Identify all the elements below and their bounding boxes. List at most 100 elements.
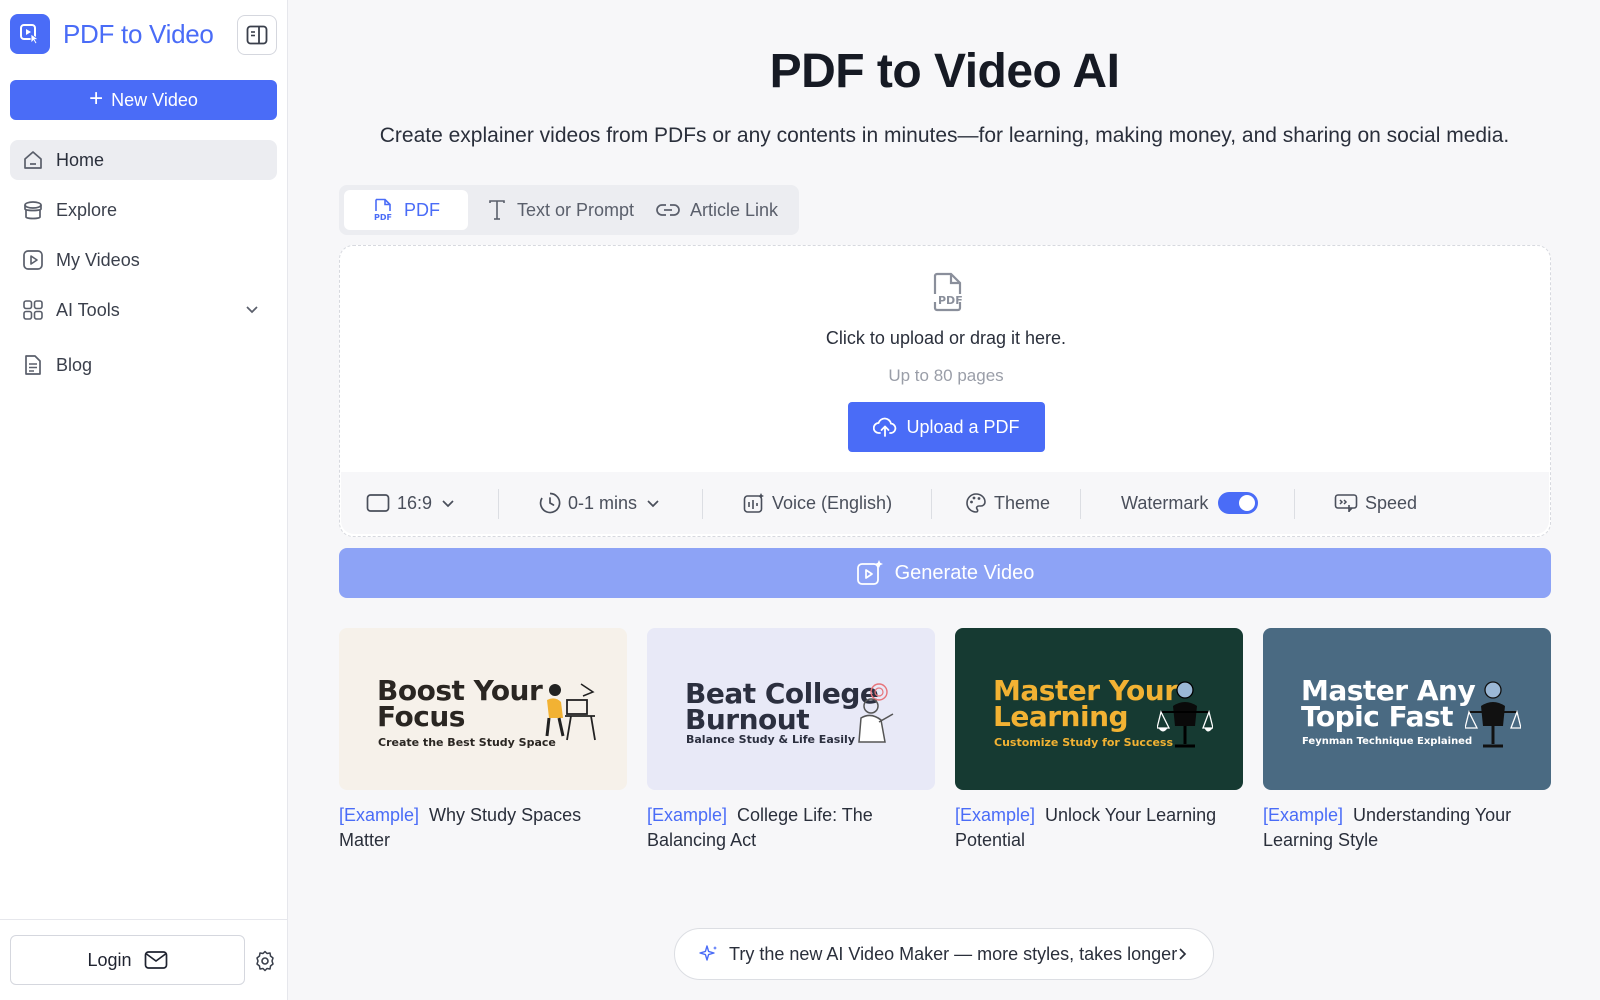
page-title: PDF to Video AI	[769, 45, 1120, 98]
video-sparkle-icon	[856, 560, 883, 585]
sidebar-item-label: Explore	[56, 199, 118, 220]
theme-label: Theme	[994, 492, 1051, 513]
brand-name: PDF to Video	[63, 18, 214, 49]
divider	[498, 489, 499, 519]
svg-text:PDF: PDF	[374, 213, 392, 222]
upload-prompt: Click to upload or drag it here.	[825, 328, 1067, 348]
palette-icon	[966, 493, 986, 513]
sidebar-item-home[interactable]: Home	[10, 140, 277, 180]
example-card[interactable]: Master Any Topic Fast Feynman Technique E…	[1263, 628, 1551, 853]
student-desk-illustration	[545, 683, 596, 741]
speed-label: Speed	[1365, 492, 1418, 513]
login-button[interactable]: Login	[10, 935, 245, 985]
stressed-student-illustration	[858, 683, 894, 743]
chevron-down-icon	[246, 306, 258, 314]
grid-icon	[22, 299, 44, 321]
sidebar-item-label: AI Tools	[56, 299, 120, 320]
tab-label: Text or Prompt	[517, 199, 635, 220]
link-icon	[656, 204, 680, 216]
new-video-button[interactable]: + New Video	[10, 80, 277, 120]
speed-select[interactable]: Speed	[1334, 472, 1417, 534]
thumbnail-title-line: Focus	[377, 700, 465, 733]
example-tag: [Example]	[339, 805, 420, 825]
aspect-ratio-select[interactable]: 16:9	[366, 472, 456, 534]
voice-value: Voice (English)	[772, 492, 893, 513]
text-icon	[489, 200, 505, 220]
login-label: Login	[87, 949, 132, 970]
gear-icon	[256, 950, 274, 972]
thumbnail-title: Master Your Learning	[993, 677, 1178, 733]
sidebar-divider	[0, 919, 288, 920]
duration-select[interactable]: 0-1 mins	[539, 472, 661, 534]
collapse-sidebar-button[interactable]	[237, 15, 277, 55]
sidebar-item-label: My Videos	[56, 249, 140, 270]
sidebar-item-ai-tools[interactable]: AI Tools	[10, 290, 277, 330]
ai-video-maker-promo[interactable]: Try the new AI Video Maker — more styles…	[674, 928, 1214, 980]
example-caption: [Example] Why Study Spaces Matter	[339, 803, 627, 853]
sidebar-item-explore[interactable]: Explore	[10, 190, 277, 230]
brand[interactable]: PDF to Video	[10, 14, 214, 54]
document-icon	[22, 354, 44, 376]
input-type-tabs: PDF PDF Text or Prompt Article Link	[339, 185, 799, 235]
aspect-ratio-icon	[366, 494, 390, 512]
example-tag: [Example]	[955, 805, 1036, 825]
thumbnail-title-line: Learning	[993, 700, 1129, 733]
app-logo-icon	[10, 14, 50, 54]
example-card[interactable]: Beat College Burnout Balance Study & Life…	[647, 628, 935, 853]
thumbnail-title: Master Any Topic Fast	[1301, 677, 1476, 733]
example-card[interactable]: Boost Your Focus Create the Best Study Sp…	[339, 628, 627, 853]
pdf-file-icon: PDF	[374, 198, 392, 222]
sparkle-icon	[699, 945, 717, 961]
tab-article-link[interactable]: Article Link	[656, 190, 778, 230]
example-card[interactable]: Master Your Learning Customize Study for …	[955, 628, 1243, 853]
chevron-down-icon	[647, 500, 659, 508]
video-icon	[22, 249, 44, 271]
voice-select[interactable]: Voice (English)	[743, 472, 892, 534]
chevron-down-icon	[442, 500, 454, 508]
thumbnail-subtitle: Feynman Technique Explained	[1302, 736, 1473, 747]
example-caption: [Example] Understanding Your Learning Sty…	[1263, 803, 1551, 853]
settings-button[interactable]	[254, 950, 276, 972]
example-caption: [Example] Unlock Your Learning Potential	[955, 803, 1243, 853]
example-tag: [Example]	[647, 805, 728, 825]
sidebar-item-label: Home	[56, 149, 105, 170]
main-content: PDF to Video AI Create explainer videos …	[289, 0, 1600, 1000]
divider	[931, 489, 932, 519]
example-thumbnail: Master Any Topic Fast Feynman Technique E…	[1263, 628, 1551, 790]
plus-icon: +	[89, 85, 104, 112]
cloud-upload-icon	[873, 417, 897, 437]
thumbnail-subtitle: Balance Study & Life Easily	[686, 733, 856, 746]
clock-icon	[539, 492, 561, 514]
chevron-right-icon	[1179, 948, 1187, 960]
theme-select[interactable]: Theme	[965, 472, 1050, 534]
tab-text-or-prompt[interactable]: Text or Prompt	[487, 190, 634, 230]
speed-icon	[1334, 494, 1358, 512]
sidebar-item-blog[interactable]: Blog	[10, 345, 277, 385]
thumbnail-title-line: Topic Fast	[1301, 700, 1454, 733]
explore-icon	[22, 199, 44, 221]
thumbnail-title-line: Burnout	[685, 703, 810, 736]
sidebar-item-label: Blog	[56, 354, 93, 375]
sidebar-item-my-videos[interactable]: My Videos	[10, 240, 277, 280]
pdf-dropzone[interactable]: PDF Click to upload or drag it here. Up …	[339, 245, 1551, 537]
divider	[702, 489, 703, 519]
generate-video-label: Generate Video	[894, 561, 1035, 584]
pdf-file-icon: PDF	[933, 272, 963, 312]
upload-pdf-button[interactable]: Upload a PDF	[848, 402, 1045, 452]
svg-text:PDF: PDF	[938, 294, 963, 307]
home-icon	[22, 149, 44, 171]
generate-video-button[interactable]: Generate Video	[339, 548, 1551, 598]
tab-pdf[interactable]: PDF PDF	[344, 190, 468, 230]
video-options-bar: 16:9 0-1 mins Voice (English) Theme Wate…	[341, 472, 1549, 534]
scales-person-illustration	[1465, 681, 1521, 748]
divider	[1080, 489, 1081, 519]
mail-icon	[144, 951, 167, 969]
watermark-control: Watermark	[1121, 472, 1259, 534]
watermark-toggle[interactable]	[1218, 492, 1259, 514]
promo-text: Try the new AI Video Maker — more styles…	[729, 943, 1178, 964]
example-thumbnail: Beat College Burnout Balance Study & Life…	[647, 628, 935, 790]
example-caption: [Example] College Life: The Balancing Act	[647, 803, 935, 853]
voice-icon	[743, 493, 764, 513]
tab-label: PDF	[404, 199, 440, 220]
divider	[1294, 489, 1295, 519]
